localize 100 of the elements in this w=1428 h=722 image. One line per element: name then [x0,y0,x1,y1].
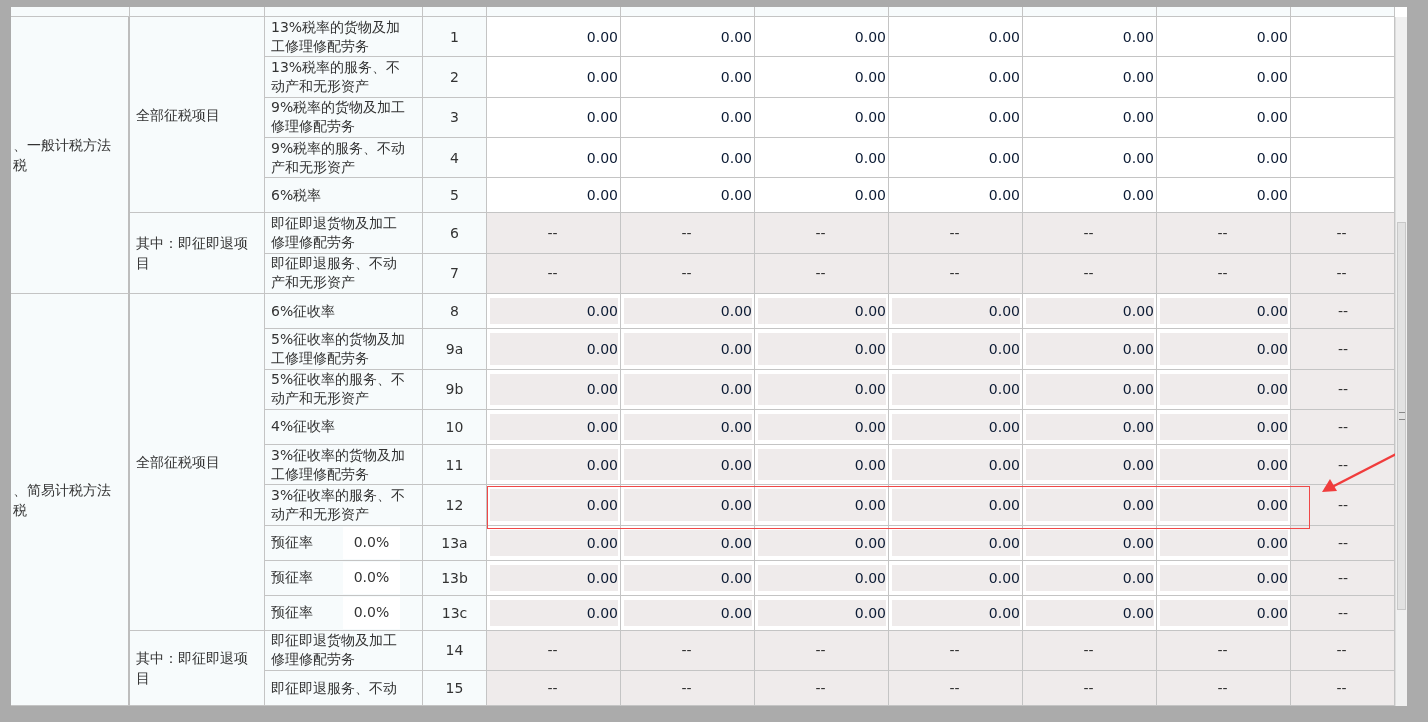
amount-field[interactable]: 0.00 [487,57,621,98]
amount-field[interactable]: 0.00 [487,178,621,214]
table-cell: -- [487,630,621,671]
rate-field[interactable]: 0.0% [343,526,400,559]
table-cell: -- [1157,630,1291,671]
amount-field[interactable]: 0.00 [621,178,755,214]
amount-field[interactable]: 0.00 [621,138,755,179]
table-cell: 0.00 [487,485,621,526]
table-cell: 0.00 [1157,369,1291,410]
amount-field[interactable]: 0.00 [889,178,1023,214]
amount-field[interactable]: 0.00 [755,57,889,98]
table-cell: -- [487,213,621,254]
table-cell: -- [1291,595,1395,631]
vertical-scrollbar[interactable] [1395,17,1407,706]
item-label: 即征即退服务、不动 [265,671,423,706]
amount-field[interactable]: 0.00 [621,97,755,139]
table-cell: 0.00 [755,409,889,445]
amount-field[interactable]: 0.00 [621,57,755,98]
table-cell: -- [1291,671,1395,706]
amount-field[interactable]: 0.00 [889,138,1023,179]
amount-field[interactable]: 0.00 [1157,17,1291,58]
table-cell: 0.00 [1157,444,1291,486]
amount-field[interactable]: 0.00 [889,57,1023,98]
line-number: 2 [423,57,487,98]
amount-field[interactable]: 0.00 [1023,138,1157,179]
table-cell: 0.00 [487,560,621,596]
rate-field[interactable]: 0.0% [343,596,400,629]
amount-field[interactable]: 0.00 [755,178,889,214]
amount-field[interactable]: 0.00 [755,97,889,139]
table-cell: 0.00 [621,369,755,410]
group-label: 全部征税项目 [130,294,265,631]
amount-field[interactable]: 0.00 [1157,138,1291,179]
rate-field[interactable]: 0.0% [343,561,400,594]
table-cell: -- [755,630,889,671]
amount-field[interactable]: 0.00 [1023,178,1157,214]
table-cell: -- [621,671,755,706]
table-cell: 0.00 [1023,595,1157,631]
amount-field[interactable]: 0.00 [621,17,755,58]
amount-field[interactable]: 0.00 [755,138,889,179]
table-cell: 0.00 [755,595,889,631]
line-number: 13b [423,560,487,596]
line-number: 12 [423,485,487,526]
table-cell: 0.00 [1157,329,1291,370]
amount-field[interactable]: 0.00 [1023,17,1157,58]
table-cell: 0.00 [621,294,755,330]
line-number: 9b [423,369,487,410]
table-cell: 0.00 [1023,525,1157,561]
table-cell: 0.00 [889,560,1023,596]
amount-field[interactable]: 0.00 [487,97,621,139]
table-cell: 0.00 [487,525,621,561]
table-cell: 0.00 [755,444,889,486]
amount-field[interactable]: 0.00 [1157,178,1291,214]
amount-field[interactable]: 0.00 [487,17,621,58]
amount-field[interactable]: 0.00 [889,17,1023,58]
table-cell: 0.00 [1023,444,1157,486]
table-cell: 0.00 [487,294,621,330]
line-number: 11 [423,444,487,486]
table-cell: -- [1157,253,1291,295]
table-cell: 0.00 [1023,329,1157,370]
table-cell: -- [1291,630,1395,671]
item-label: 9%税率的货物及加工修理修配劳务 [265,97,423,139]
group-label: 全部征税项目 [130,17,265,214]
item-label: 即征即退货物及加工修理修配劳务 [265,213,423,254]
table-cell: -- [1023,630,1157,671]
line-number: 13c [423,595,487,631]
table-cell: 0.00 [1157,409,1291,445]
line-number: 1 [423,17,487,58]
amount-field[interactable]: 0.00 [1157,97,1291,139]
table-cell: -- [889,253,1023,295]
table-cell: -- [1291,369,1395,410]
amount-field[interactable]: 0.00 [487,138,621,179]
table-cell: -- [1291,294,1395,330]
item-label: 3%征收率的货物及加工修理修配劳务 [265,444,423,486]
item-label: 6%税率 [265,178,423,214]
table-cell: -- [1291,329,1395,370]
amount-field[interactable]: 0.00 [1023,97,1157,139]
table-cell: 0.00 [621,560,755,596]
amount-field[interactable]: 0.00 [1023,57,1157,98]
table-cell: 0.00 [487,329,621,370]
table-cell: -- [487,253,621,295]
line-number: 6 [423,213,487,254]
amount-field[interactable]: 0.00 [755,17,889,58]
table-cell: -- [1291,485,1395,526]
amount-field[interactable]: 0.00 [1157,57,1291,98]
table-cell: -- [1023,253,1157,295]
table-cell: 0.00 [621,485,755,526]
table-cell: 0.00 [889,294,1023,330]
table-cell: 0.00 [889,485,1023,526]
group-label: 其中：即征即退项目 [130,213,265,295]
table-cell: 0.00 [487,595,621,631]
item-label: 9%税率的服务、不动产和无形资产 [265,138,423,179]
item-label: 预征率 [271,533,314,553]
line-number: 5 [423,178,487,214]
table-cell: -- [1023,213,1157,254]
table-cell: -- [1291,525,1395,561]
table-cell: -- [1291,213,1395,254]
table-cell: 0.00 [889,595,1023,631]
line-number: 8 [423,294,487,330]
table-cell: 0.00 [1023,409,1157,445]
amount-field[interactable]: 0.00 [889,97,1023,139]
